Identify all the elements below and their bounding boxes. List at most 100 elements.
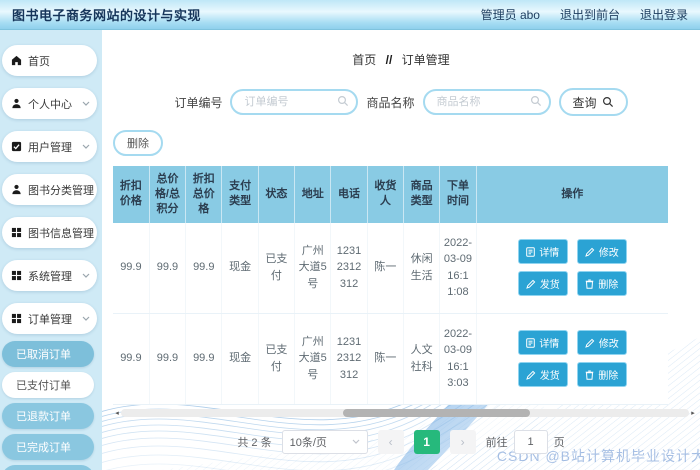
app-window: 图书电子商务网站的设计与实现 管理员 abo 退出到前台 退出登录 首页 个人中…: [0, 0, 700, 470]
sidebar-subitem-label: 已退款订单: [16, 411, 71, 423]
logout-link[interactable]: 退出登录: [640, 6, 688, 23]
prev-page-button[interactable]: ‹: [377, 429, 404, 454]
admin-user-label: 管理员 abo: [480, 8, 540, 22]
table-header-row: 折扣价格 总价格/总积分 折扣总价格 支付类型 状态 地址 电话 收货人 商品类…: [113, 166, 668, 223]
column-header: 折扣总价格: [185, 166, 223, 223]
goto-page-input[interactable]: [513, 429, 548, 454]
table-row: 99.9 99.9 99.9 现金 已支付 广州大道5号 12312312312…: [113, 222, 668, 314]
search-icon: [530, 95, 541, 107]
sidebar-item-book-info-management[interactable]: 图书信息管理: [2, 217, 97, 248]
table-cell: 99.9: [185, 313, 223, 405]
sidebar-item-order-management[interactable]: 订单管理: [2, 303, 97, 334]
edit-button-label: 修改: [598, 339, 619, 351]
scrollbar-track[interactable]: [121, 409, 689, 418]
sidebar-subitem-cancelled-orders[interactable]: 已取消订单: [2, 341, 94, 367]
query-button-label: 查询: [572, 95, 597, 110]
sidebar: 首页 个人中心 用户管理 图书分类管理 图书信息管理 系统管理 订单管理 已取消…: [0, 30, 102, 470]
table-cell: 99.9: [149, 313, 187, 405]
exit-to-front-link[interactable]: 退出到前台: [560, 6, 620, 23]
table-cell: 已支付: [258, 313, 296, 405]
scrollbar-thumb[interactable]: [342, 409, 530, 418]
orders-table: 折扣价格 总价格/总积分 折扣总价格 支付类型 状态 地址 电话 收货人 商品类…: [113, 166, 668, 405]
grid-icon: [11, 313, 22, 324]
scroll-left-arrow-icon[interactable]: ◂: [113, 409, 121, 418]
sidebar-item-label: 首页: [28, 55, 50, 68]
ship-button-label: 发货: [539, 371, 560, 383]
pencil-icon: [526, 279, 536, 289]
sidebar-subitem-completed-orders[interactable]: 已完成订单: [2, 434, 94, 460]
horizontal-scrollbar[interactable]: ◂ ▸: [113, 409, 697, 418]
sidebar-item-user-management[interactable]: 用户管理: [2, 131, 97, 162]
table-cell: 12312312312: [330, 222, 368, 314]
sidebar-subitem-refunded-orders[interactable]: 已退款订单: [2, 403, 94, 429]
column-header: 支付类型: [221, 166, 259, 223]
product-name-label: 商品名称: [366, 95, 415, 110]
row-delete-button[interactable]: 删除: [576, 271, 627, 297]
pencil-icon: [526, 370, 536, 380]
table-cell: 99.9: [113, 313, 150, 405]
sidebar-item-system-management[interactable]: 系统管理: [2, 260, 97, 291]
chevron-down-icon: [82, 101, 90, 106]
total-count: 共 2 条: [237, 436, 272, 449]
sidebar-subitem-partial[interactable]: [2, 465, 94, 470]
header-links: 管理员 abo 退出到前台 退出登录: [481, 6, 688, 23]
query-button[interactable]: 查询: [558, 88, 628, 116]
pencil-icon: [585, 247, 595, 257]
table-cell: 2022-03-09 16:13:03: [439, 313, 477, 405]
sidebar-item-label: 个人中心: [28, 98, 72, 111]
breadcrumb-separator: //: [385, 53, 393, 67]
page-size-value: 10条/页: [289, 436, 327, 449]
ship-button[interactable]: 发货: [517, 362, 568, 388]
pencil-icon: [585, 338, 595, 348]
page-title: 图书电子商务网站的设计与实现: [12, 8, 202, 23]
edit-button-label: 修改: [598, 248, 619, 260]
search-icon: [338, 95, 349, 107]
sidebar-item-home[interactable]: 首页: [2, 45, 97, 76]
current-page-button[interactable]: 1: [413, 429, 440, 454]
trash-icon: [586, 370, 594, 380]
row-delete-button[interactable]: 删除: [576, 362, 627, 388]
table-cell: 现金: [221, 222, 259, 314]
table-cell: 广州大道5号: [294, 313, 332, 405]
grid-icon: [11, 270, 22, 281]
breadcrumb: 首页 // 订单管理: [102, 51, 700, 68]
batch-delete-button[interactable]: 删除: [113, 130, 163, 156]
search-icon: [602, 96, 613, 108]
column-header: 折扣价格: [113, 166, 150, 223]
goto-page: 前往 页: [486, 429, 565, 454]
sidebar-item-label: 图书信息管理: [28, 227, 94, 240]
sidebar-subitem-paid-orders[interactable]: 已支付订单: [2, 372, 94, 398]
next-page-button[interactable]: ›: [449, 429, 476, 454]
scroll-right-arrow-icon[interactable]: ▸: [689, 409, 697, 418]
sidebar-subitem-label: 已完成订单: [16, 442, 71, 454]
chevron-down-icon: [82, 316, 90, 321]
row-delete-button-label: 删除: [598, 371, 619, 383]
edit-button[interactable]: 修改: [576, 239, 627, 265]
column-header: 电话: [330, 166, 368, 223]
ship-button[interactable]: 发货: [517, 271, 568, 297]
table-cell-actions: 详情 修改 发货 删除: [476, 313, 668, 405]
table-cell: 现金: [221, 313, 259, 405]
trash-icon: [586, 279, 594, 289]
sidebar-item-book-category-management[interactable]: 图书分类管理: [2, 174, 97, 205]
product-name-field-wrap: [422, 89, 551, 115]
table-cell: 99.9: [185, 222, 223, 314]
column-header: 总价格/总积分: [149, 166, 187, 223]
chevron-down-icon: [82, 273, 90, 278]
detail-button-label: 详情: [539, 339, 560, 351]
table-row: 99.9 99.9 99.9 现金 已支付 广州大道5号 12312312312…: [113, 313, 668, 405]
edit-button[interactable]: 修改: [576, 330, 627, 356]
table-cell: 99.9: [149, 222, 187, 314]
page-size-select[interactable]: 10条/页: [281, 429, 368, 454]
home-icon: [11, 55, 22, 66]
table-cell: 陈一: [367, 222, 405, 314]
document-icon: [526, 337, 536, 348]
sidebar-item-personal-center[interactable]: 个人中心: [2, 88, 97, 119]
breadcrumb-current: 订单管理: [401, 53, 450, 67]
table-cell: 12312312312: [330, 313, 368, 405]
detail-button[interactable]: 详情: [517, 239, 568, 265]
table-cell: 休闲生活: [403, 222, 441, 314]
detail-button[interactable]: 详情: [517, 330, 568, 356]
breadcrumb-home-link[interactable]: 首页: [352, 53, 376, 67]
search-bar: 订单编号 商品名称 查询: [102, 88, 700, 116]
